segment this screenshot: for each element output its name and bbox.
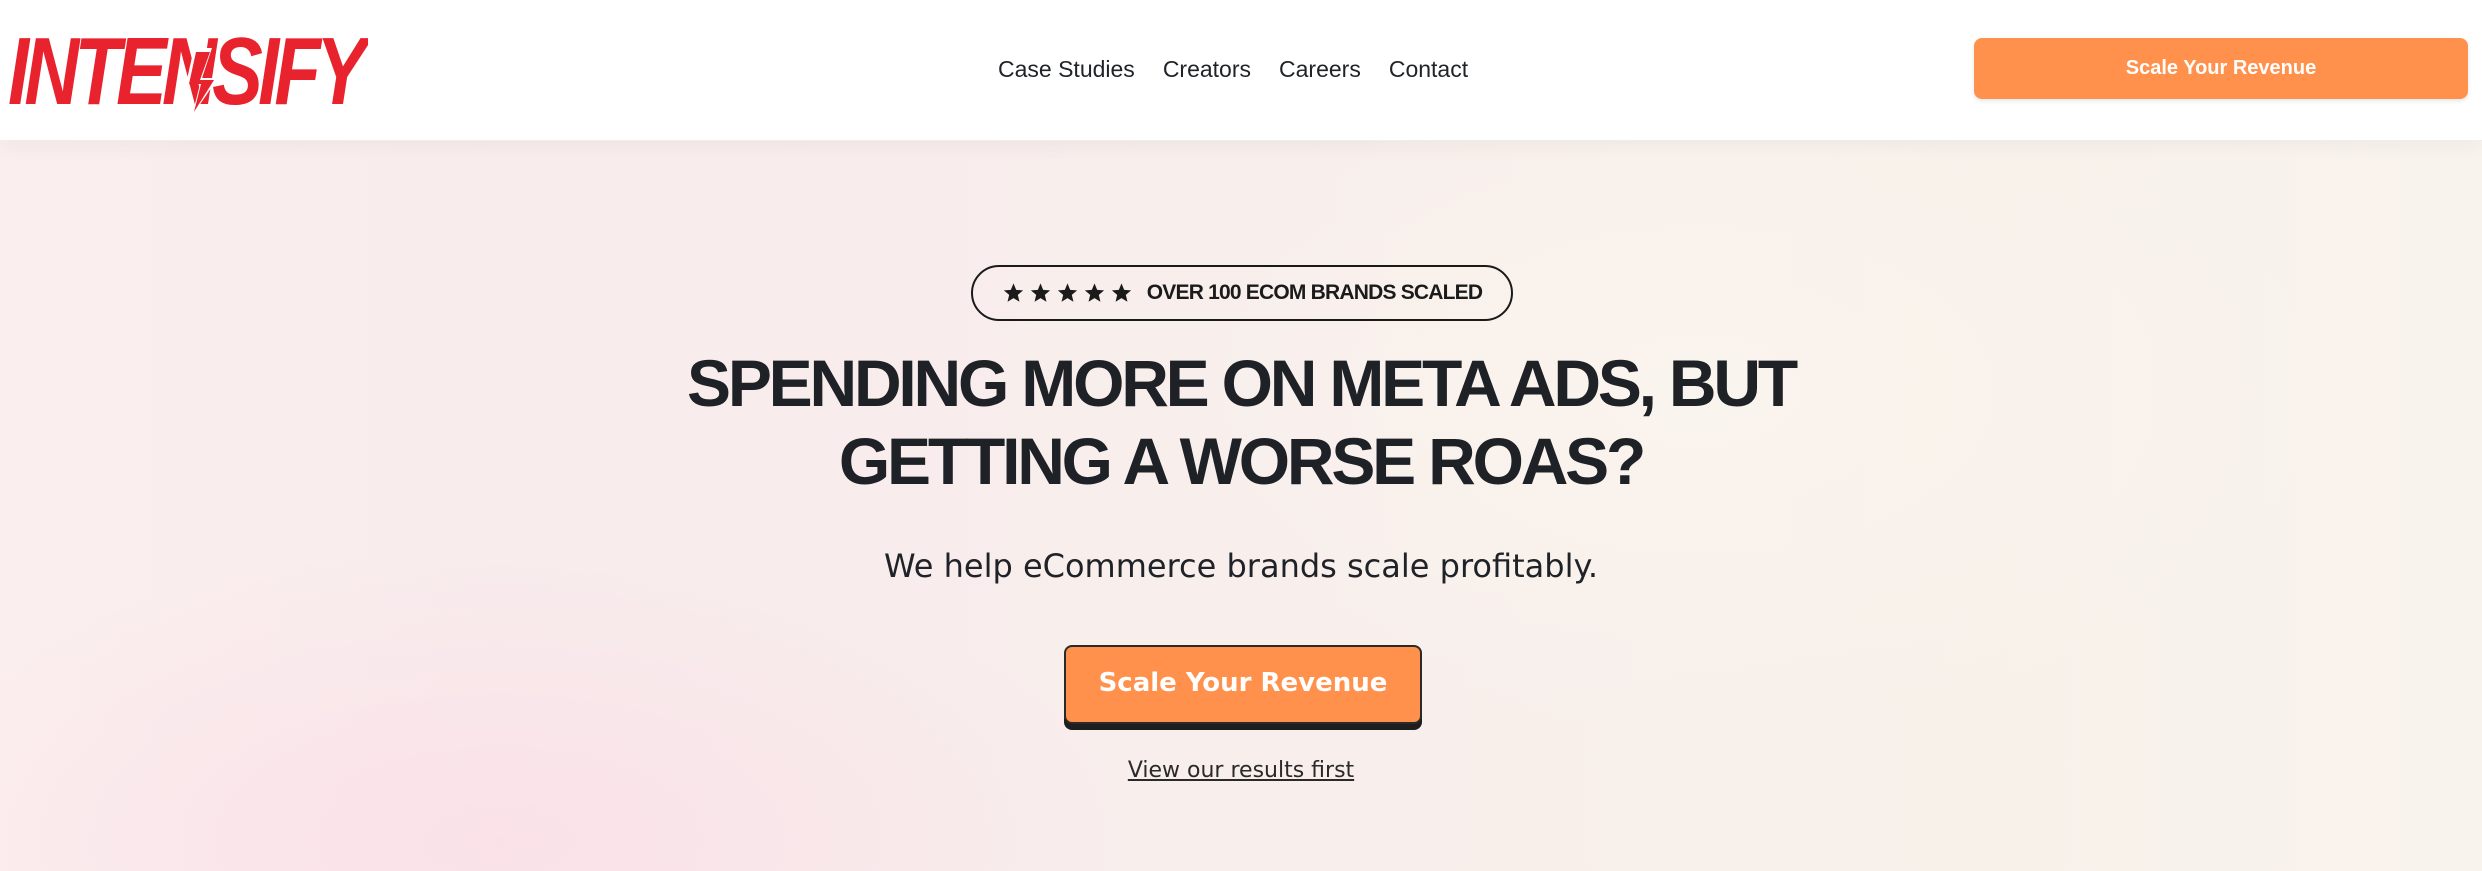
five-star-rating [1002,282,1133,304]
star-icon [1111,283,1131,302]
star-icon [1003,283,1023,302]
nav-link-case-studies[interactable]: Case Studies [998,56,1135,83]
social-proof-badge: OVER 100 ECOM BRANDS SCALED [971,265,1513,321]
hero-scale-revenue-button[interactable]: Scale Your Revenue [1064,645,1422,724]
star-icon [1030,283,1050,302]
hero-headline: SPENDING MORE ON META ADS, BUT GETTING A… [600,344,1882,500]
svg-text:INTENSIFY: INTENSIFY [8,18,368,122]
nav-link-creators[interactable]: Creators [1163,56,1251,83]
headline-line-2: GETTING A WORSE ROAS? [838,424,1646,498]
view-results-link[interactable]: View our results first [1041,758,1441,783]
brand-logo[interactable]: INTENSIFY [6,18,368,122]
star-icon [1057,283,1077,302]
star-icon [1084,283,1104,302]
hero-subheadline: We help eCommerce brands scale profitabl… [883,547,1599,585]
site-header: INTENSIFY Case Studies Creators Careers … [0,0,2482,141]
badge-text: OVER 100 ECOM BRANDS SCALED [1146,281,1483,304]
page: INTENSIFY Case Studies Creators Careers … [0,0,2482,871]
header-scale-revenue-button[interactable]: Scale Your Revenue [1974,38,2468,99]
intensify-logo-icon: INTENSIFY [8,18,368,122]
headline-line-1: SPENDING MORE ON META ADS, BUT [687,346,1798,420]
nav-link-contact[interactable]: Contact [1389,56,1468,83]
hero-section: OVER 100 ECOM BRANDS SCALED SPENDING MOR… [0,141,2482,871]
main-nav: Case Studies Creators Careers Contact [998,46,1468,92]
nav-link-careers[interactable]: Careers [1279,56,1361,83]
